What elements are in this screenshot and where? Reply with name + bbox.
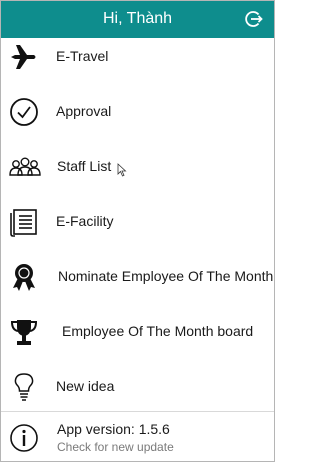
airplane-icon xyxy=(11,45,36,69)
menu-item-label: E-Facility xyxy=(56,213,114,229)
menu-item-new-idea[interactable]: New idea xyxy=(1,360,274,415)
menu-item-nominate-employee[interactable]: Nominate Employee Of The Month xyxy=(1,250,274,305)
menu-item-label: Employee Of The Month board xyxy=(62,323,254,339)
checkmark-circle-icon xyxy=(10,98,38,126)
menu-item-label: New idea xyxy=(56,378,115,394)
menu-item-label: Approval xyxy=(56,103,112,119)
menu-item-approval[interactable]: Approval xyxy=(1,85,274,140)
check-update-link[interactable]: Check for new update xyxy=(57,440,174,454)
greeting-title: Hi, Thành xyxy=(102,10,173,27)
menu-item-label: Nominate Employee Of The Month xyxy=(58,268,274,284)
info-icon xyxy=(10,424,38,452)
app-frame: Hi, Thành E-Travel Approval Staff List E… xyxy=(0,0,275,462)
trophy-icon xyxy=(10,320,38,345)
document-icon xyxy=(10,209,37,237)
app-version-text: App version: 1.5.6 xyxy=(57,421,170,437)
menu-item-e-travel[interactable]: E-Travel xyxy=(1,30,274,85)
menu-item-employee-board[interactable]: Employee Of The Month board xyxy=(1,305,274,360)
award-ribbon-icon xyxy=(13,264,35,291)
app-version-footer[interactable]: App version: 1.5.6 Check for new update xyxy=(1,411,274,461)
lightbulb-icon xyxy=(14,373,34,401)
mouse-cursor-icon xyxy=(117,163,127,177)
menu-item-e-facility[interactable]: E-Facility xyxy=(1,195,274,250)
menu-item-label: E-Travel xyxy=(56,48,109,64)
logout-icon[interactable] xyxy=(244,9,264,29)
people-icon xyxy=(9,157,41,176)
menu-item-label: Staff List xyxy=(57,158,112,174)
menu-item-staff-list[interactable]: Staff List xyxy=(1,140,274,195)
